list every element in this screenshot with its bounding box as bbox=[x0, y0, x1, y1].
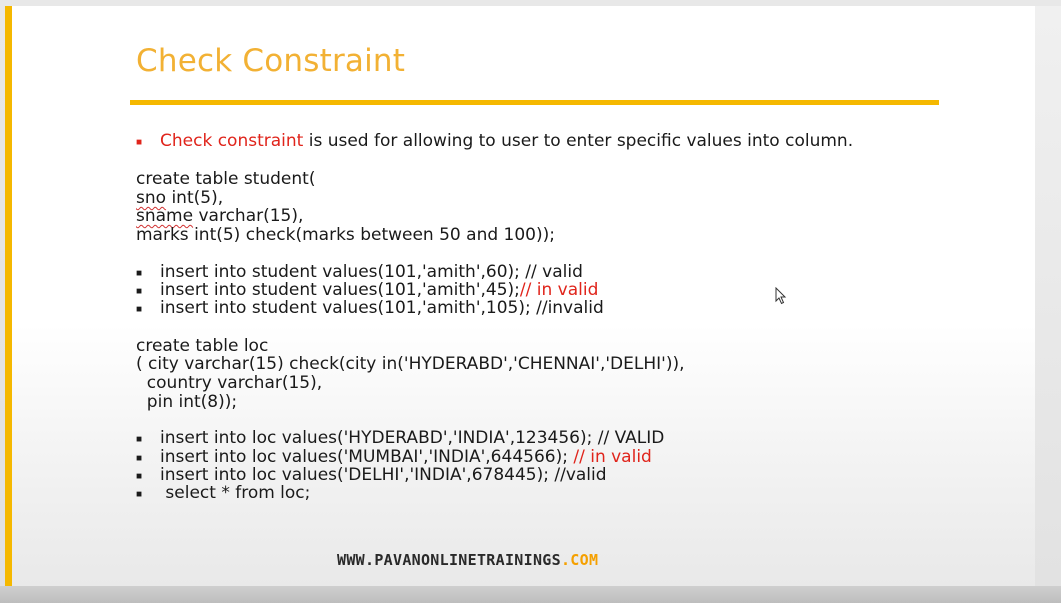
insert-text: insert into loc values('HYDERABD','INDIA… bbox=[160, 428, 665, 448]
slide-title: Check Constraint bbox=[136, 43, 406, 79]
bullet-icon: ■ bbox=[136, 268, 143, 279]
code-line: sname varchar(15), bbox=[136, 207, 303, 226]
insert-text: insert into student values(101,'amith',1… bbox=[160, 298, 604, 318]
bullet-icon: ■ bbox=[136, 453, 143, 464]
bullet-icon: ■ bbox=[136, 434, 143, 445]
bullet-icon: ■ bbox=[136, 304, 143, 315]
insert-note: // in valid bbox=[573, 447, 652, 467]
insert-line: insert into student values(101,'amith',1… bbox=[160, 299, 604, 318]
insert-line: insert into loc values('HYDERABD','INDIA… bbox=[160, 429, 664, 448]
bullet-icon: ■ bbox=[136, 471, 143, 482]
code-line: create table student( bbox=[136, 169, 316, 189]
insert-note: // in valid bbox=[519, 280, 599, 300]
bullet-icon: ■ bbox=[136, 137, 143, 148]
bullet-icon: ■ bbox=[136, 286, 143, 297]
code-line: country varchar(15), bbox=[136, 373, 323, 393]
intro-rest: is used for allowing to user to enter sp… bbox=[303, 131, 854, 151]
intro-text: Check constraint is used for allowing to… bbox=[160, 132, 853, 151]
screen: Check Constraint ■ Check constraint is u… bbox=[0, 0, 1061, 603]
insert-text: insert into student values(101,'amith',6… bbox=[160, 262, 583, 282]
col-name: sno bbox=[136, 188, 167, 208]
code-text: int(5), bbox=[171, 188, 224, 208]
bottom-bar bbox=[0, 586, 1061, 603]
insert-text: insert into loc values('MUMBAI','INDIA',… bbox=[160, 447, 574, 467]
code-line: marks int(5) check(marks between 50 and … bbox=[136, 225, 555, 245]
col-name: sname bbox=[136, 206, 194, 226]
mouse-cursor-icon bbox=[775, 287, 787, 305]
code-text: varchar(15), bbox=[198, 206, 304, 226]
intro-highlight: Check constraint bbox=[160, 131, 304, 151]
insert-text: insert into loc values('DELHI','INDIA',6… bbox=[160, 465, 607, 485]
title-divider bbox=[130, 100, 939, 105]
footer-site: WWW.PAVANONLINETRAININGS bbox=[337, 551, 561, 569]
footer-domain: .COM bbox=[560, 551, 599, 569]
insert-text: insert into student values(101,'amith',4… bbox=[160, 280, 520, 300]
insert-line: select * from loc; bbox=[160, 484, 310, 503]
insert-text: select * from loc; bbox=[160, 483, 311, 503]
bullet-icon: ■ bbox=[136, 489, 143, 500]
footer-website: WWW.PAVANONLINETRAININGS.COM bbox=[337, 551, 598, 569]
code-line: pin int(8)); bbox=[136, 392, 238, 412]
right-margin bbox=[1035, 6, 1061, 586]
code-line: ( city varchar(15) check(city in('HYDERA… bbox=[136, 354, 685, 374]
